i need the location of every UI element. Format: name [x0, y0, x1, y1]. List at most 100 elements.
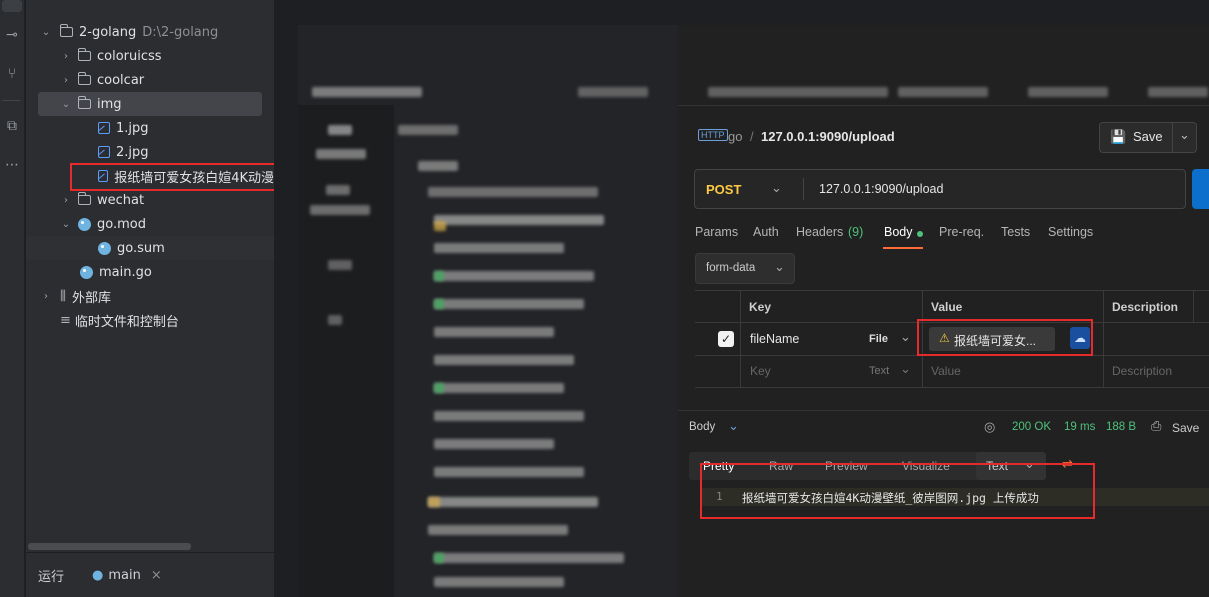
param-type-select[interactable]: File [869, 333, 888, 345]
body-mode-select[interactable]: form-data ⌄ [695, 253, 795, 284]
more-icon[interactable]: ⋯ [2, 155, 22, 175]
folder-icon [77, 96, 91, 109]
go-sum-icon [98, 241, 111, 255]
tab-settings[interactable]: Settings [1048, 225, 1093, 239]
active-tab-underline [883, 247, 923, 249]
project-tree: ⌄ 2-golang D:\2-golang › coloruicss › co… [26, 0, 298, 552]
postman-sidebar-blurred [298, 25, 678, 597]
breadcrumb-request[interactable]: 127.0.0.1:9090/upload [761, 129, 895, 144]
tab-auth[interactable]: Auth [753, 225, 779, 239]
folder-icon [77, 48, 91, 61]
body-mode-label: form-data [706, 262, 756, 274]
tree-item-label: main.go [99, 264, 152, 280]
tree-item-go-sum[interactable]: go.sum [26, 236, 274, 260]
new-key-input[interactable]: Key [750, 364, 771, 378]
url-bar: POST ⌄ 127.0.0.1:9090/upload [694, 169, 1186, 209]
tree-item-1-jpg[interactable]: 1.jpg [26, 116, 274, 140]
tree-item-go-mod[interactable]: ⌄ go.mod [26, 212, 274, 236]
git-branch-icon[interactable]: ⑂ [2, 64, 22, 84]
column-header-key: Key [749, 300, 772, 314]
tree-item-wechat[interactable]: › wechat [26, 188, 274, 212]
tab-headers-count: (9) [848, 225, 864, 239]
run-label[interactable]: 运行 [38, 566, 64, 585]
save-button[interactable]: Save [1133, 129, 1163, 144]
tree-item-label: wechat [97, 192, 145, 208]
root-label: 2-golang [79, 24, 137, 40]
go-file-icon [80, 265, 93, 279]
tab-tests[interactable]: Tests [1001, 225, 1030, 239]
image-file-icon [98, 146, 110, 158]
tree-item-scratches[interactable]: ≡ 临时文件和控制台 [26, 308, 274, 332]
new-description-input[interactable]: Description [1112, 364, 1172, 378]
tab-headers[interactable]: Headers [796, 225, 843, 239]
tree-item-label: 外部库 [71, 290, 111, 306]
save-response-button[interactable]: Save [1172, 421, 1199, 435]
chevron-right-icon: › [64, 194, 68, 206]
tree-item-external-libs[interactable]: › ⫼ 外部库 [26, 284, 274, 308]
chevron-down-icon: ⌄ [61, 218, 71, 230]
divider [2, 100, 20, 101]
column-header-value: Value [931, 300, 963, 314]
param-key[interactable]: fileName [750, 332, 799, 346]
library-icon: ⫼ [60, 288, 66, 304]
highlight-box [917, 319, 1093, 356]
tree-item-coolcar[interactable]: › coolcar [26, 68, 274, 92]
chevron-right-icon: › [44, 290, 48, 302]
tree-item-label: 1.jpg [116, 120, 149, 136]
go-run-icon: ● [92, 567, 104, 583]
column-header-description: Description [1112, 300, 1179, 314]
project-icon[interactable] [2, 0, 22, 12]
breadcrumb-collection[interactable]: go [728, 129, 742, 144]
row-checkbox[interactable]: ✓ [718, 331, 734, 347]
method-select[interactable]: POST [706, 182, 741, 197]
chevron-down-icon: ⌄ [774, 259, 785, 274]
tree-item-label: coolcar [97, 72, 145, 88]
tab-body[interactable]: Body [884, 225, 913, 239]
chevron-down-icon: ⌄ [900, 361, 911, 376]
tree-item-label: coloruicss [97, 48, 162, 64]
tab-params[interactable]: Params [695, 225, 738, 239]
chevron-down-icon: ⌄ [771, 180, 782, 195]
go-mod-icon [78, 217, 91, 231]
chevron-down-icon: ⌄ [41, 26, 51, 38]
tree-item-img[interactable]: ⌄ img [38, 92, 262, 116]
tree-item-main-go[interactable]: main.go [26, 260, 274, 284]
chevron-right-icon: › [64, 50, 68, 62]
run-tool-window-bar: 运行 ● main × [26, 552, 298, 597]
image-file-icon [98, 122, 110, 134]
body-indicator-dot [917, 231, 923, 237]
tree-item-label: 2.jpg [116, 144, 149, 160]
new-value-input[interactable]: Value [931, 364, 961, 378]
run-config-tab[interactable]: main [108, 568, 140, 583]
globe-icon[interactable]: ◎ [984, 419, 995, 435]
response-body-label[interactable]: Body [689, 421, 715, 433]
folder-icon [77, 72, 91, 85]
commit-icon[interactable]: ⊸ [2, 25, 22, 45]
chevron-right-icon: › [64, 74, 68, 86]
response-size: 188 B [1106, 421, 1137, 433]
new-type-select[interactable]: Text [869, 365, 889, 377]
close-icon[interactable]: × [151, 568, 162, 583]
chevron-down-icon[interactable]: ⌄ [1179, 127, 1190, 143]
save-response-icon[interactable]: ⎙ [1151, 418, 1161, 434]
tree-item-2-jpg[interactable]: 2.jpg [26, 140, 274, 164]
response-time: 19 ms [1064, 421, 1096, 433]
tab-pre-request[interactable]: Pre-req. [939, 225, 984, 239]
scratches-icon: ≡ [60, 312, 71, 328]
root-path: D:\2-golang [142, 24, 219, 40]
folder-icon [59, 24, 73, 37]
tree-item-coloruicss[interactable]: › coloruicss [26, 44, 274, 68]
tree-item-label: img [97, 96, 122, 112]
send-button[interactable] [1192, 169, 1209, 209]
tree-root[interactable]: ⌄ 2-golang D:\2-golang [26, 20, 274, 44]
tree-item-label: go.sum [117, 240, 165, 256]
http-icon: HTTP [698, 129, 728, 141]
activity-bar: ⊸ ⑂ ⧉ ⋯ [0, 0, 25, 597]
tree-item-label: 临时文件和控制台 [74, 314, 179, 330]
url-input[interactable]: 127.0.0.1:9090/upload [819, 182, 943, 196]
structure-icon[interactable]: ⧉ [2, 116, 22, 136]
save-button-group: 💾 Save ⌄ [1099, 122, 1197, 153]
tree-scrollbar[interactable] [28, 543, 191, 550]
chevron-down-icon[interactable]: ⌄ [728, 418, 739, 434]
chevron-down-icon: ⌄ [61, 98, 71, 110]
